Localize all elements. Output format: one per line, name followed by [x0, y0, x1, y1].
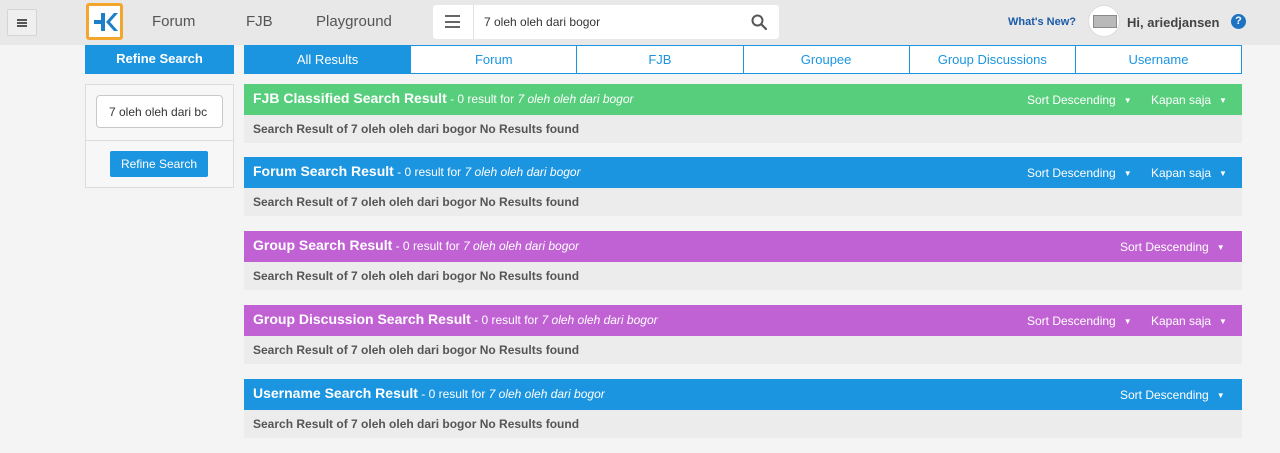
caret-down-icon: ▼ [1219, 317, 1227, 326]
nav-forum[interactable]: Forum [152, 13, 195, 30]
result-query: 7 oleh oleh dari bogor [541, 313, 658, 327]
result-query: 7 oleh oleh dari bogor [488, 387, 605, 401]
result-count: - 0 result for [470, 313, 542, 327]
section-header: Forum Search Result - 0 result for 7 ole… [244, 157, 1242, 188]
header-search-box: 7 oleh oleh dari bogor [433, 5, 779, 39]
section-body: Search Result of 7 oleh oleh dari bogor … [244, 188, 1242, 216]
caret-down-icon: ▼ [1216, 243, 1225, 252]
nav-playground[interactable]: Playground [316, 13, 392, 30]
group-discussion-result-section: Group Discussion Search Result - 0 resul… [244, 305, 1242, 364]
help-icon[interactable]: ? [1231, 14, 1246, 29]
section-header: Username Search Result - 0 result for 7 … [244, 379, 1242, 410]
avatar[interactable] [1088, 5, 1120, 37]
time-dropdown[interactable]: Kapan saja ▼ [1151, 314, 1227, 328]
section-title: Group Discussion Search Result - 0 resul… [253, 311, 658, 327]
section-title: Forum Search Result - 0 result for 7 ole… [253, 163, 581, 179]
section-title: Group Search Result - 0 result for 7 ole… [253, 237, 580, 253]
result-count: - 0 result for [446, 92, 518, 106]
caret-down-icon: ▼ [1123, 317, 1132, 326]
caret-down-icon: ▼ [1123, 96, 1132, 105]
tab-username[interactable]: Username [1074, 46, 1241, 73]
sort-dropdown[interactable]: Sort Descending ▼ [1120, 240, 1225, 254]
tab-fjb[interactable]: FJB [576, 46, 742, 73]
sort-dropdown[interactable]: Sort Descending ▼ [1027, 166, 1132, 180]
main-menu-button[interactable] [7, 9, 37, 36]
caret-down-icon: ▼ [1219, 169, 1227, 178]
no-results-text: Search Result of 7 oleh oleh dari bogor … [253, 122, 580, 136]
sort-dropdown[interactable]: Sort Descending ▼ [1120, 388, 1225, 402]
result-count: - 0 result for [417, 387, 489, 401]
refine-search-header: Refine Search [85, 45, 234, 74]
sort-dropdown[interactable]: Sort Descending ▼ [1027, 314, 1132, 328]
tab-group-discussions[interactable]: Group Discussions [908, 46, 1075, 73]
user-greeting[interactable]: Hi, ariedjansen [1127, 15, 1219, 30]
header-search-input[interactable]: 7 oleh oleh dari bogor [484, 15, 600, 29]
time-dropdown[interactable]: Kapan saja ▼ [1151, 93, 1227, 107]
result-query: 7 oleh oleh dari bogor [462, 239, 580, 253]
tab-all-results[interactable]: All Results [245, 46, 411, 73]
group-result-section: Group Search Result - 0 result for 7 ole… [244, 231, 1242, 290]
tab-groupee[interactable]: Groupee [742, 46, 909, 73]
section-header: Group Discussion Search Result - 0 resul… [244, 305, 1242, 336]
username-result-section: Username Search Result - 0 result for 7 … [244, 379, 1242, 438]
section-header: Group Search Result - 0 result for 7 ole… [244, 231, 1242, 262]
tab-forum[interactable]: Forum [410, 46, 576, 73]
whats-new-link[interactable]: What's New? [1008, 16, 1076, 28]
caret-down-icon: ▼ [1219, 96, 1227, 105]
nav-fjb[interactable]: FJB [246, 13, 273, 30]
fjb-result-section: FJB Classified Search Result - 0 result … [244, 84, 1242, 143]
section-body: Search Result of 7 oleh oleh dari bogor … [244, 336, 1242, 364]
section-body: Search Result of 7 oleh oleh dari bogor … [244, 262, 1242, 290]
caret-down-icon: ▼ [1123, 169, 1132, 178]
no-results-text: Search Result of 7 oleh oleh dari bogor … [253, 195, 580, 209]
refine-divider [86, 140, 233, 141]
result-query: 7 oleh oleh dari bogor [464, 165, 581, 179]
kaskus-logo[interactable] [86, 3, 123, 40]
forum-result-section: Forum Search Result - 0 result for 7 ole… [244, 157, 1242, 216]
search-icon[interactable] [751, 14, 767, 30]
section-title: Username Search Result - 0 result for 7 … [253, 385, 605, 401]
result-count: - 0 result for [393, 165, 465, 179]
top-navbar: Forum FJB Playground 7 oleh oleh dari bo… [0, 0, 1280, 45]
refine-search-panel: Refine Search [85, 84, 234, 188]
section-title: FJB Classified Search Result - 0 result … [253, 90, 634, 106]
refine-search-button[interactable]: Refine Search [110, 151, 208, 177]
refine-search-input[interactable] [96, 95, 223, 128]
avatar-image [1093, 15, 1117, 28]
search-menu-icon[interactable] [445, 15, 460, 28]
kaskus-logo-icon [93, 12, 118, 31]
no-results-text: Search Result of 7 oleh oleh dari bogor … [253, 269, 580, 283]
hamburger-icon [17, 18, 27, 27]
section-header: FJB Classified Search Result - 0 result … [244, 84, 1242, 115]
result-query: 7 oleh oleh dari bogor [517, 92, 634, 106]
no-results-text: Search Result of 7 oleh oleh dari bogor … [253, 343, 580, 357]
result-tabs: All Results Forum FJB Groupee Group Disc… [244, 45, 1242, 74]
result-count: - 0 result for [392, 239, 463, 253]
section-body: Search Result of 7 oleh oleh dari bogor … [244, 115, 1242, 143]
search-divider [473, 5, 474, 39]
caret-down-icon: ▼ [1216, 391, 1225, 400]
no-results-text: Search Result of 7 oleh oleh dari bogor … [253, 417, 580, 431]
time-dropdown[interactable]: Kapan saja ▼ [1151, 166, 1227, 180]
sort-dropdown[interactable]: Sort Descending ▼ [1027, 93, 1132, 107]
section-body: Search Result of 7 oleh oleh dari bogor … [244, 410, 1242, 438]
